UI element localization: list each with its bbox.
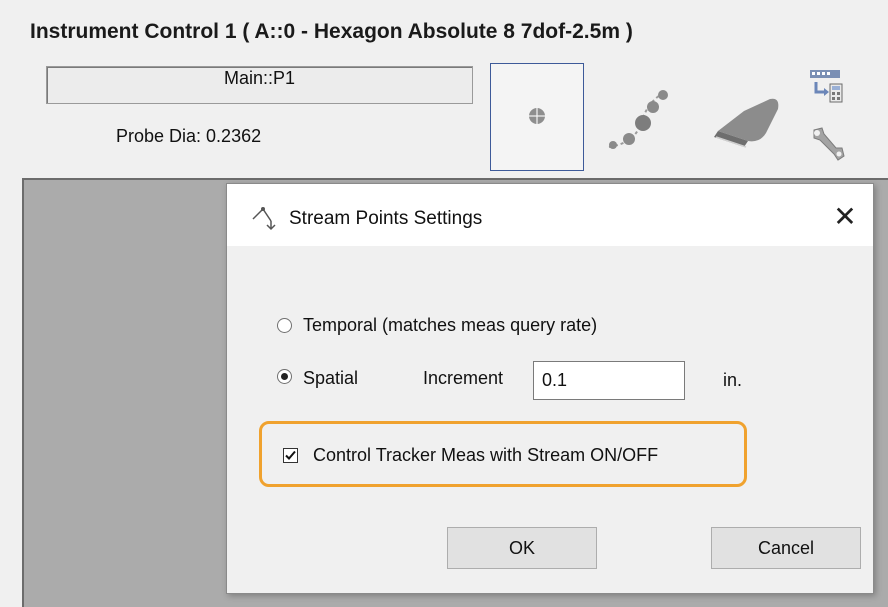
stream-points-dialog-icon <box>252 207 276 231</box>
increment-input[interactable] <box>533 361 685 400</box>
cancel-button[interactable]: Cancel <box>711 527 861 569</box>
increment-unit: in. <box>723 370 743 390</box>
window-title: Instrument Control 1 ( A::0 - Hexagon Ab… <box>30 20 633 43</box>
calculator-transfer-button[interactable] <box>808 68 844 117</box>
close-button[interactable]: ✕ <box>823 198 867 234</box>
stream-points-icon <box>608 90 668 149</box>
spatial-label: Spatial <box>303 368 359 388</box>
settings-button[interactable] <box>808 122 846 171</box>
control-tracker-label: Control Tracker Meas with Stream ON/OFF <box>313 445 659 465</box>
temporal-radio[interactable] <box>277 318 292 333</box>
ok-button[interactable]: OK <box>447 527 597 569</box>
close-icon: ✕ <box>833 200 857 232</box>
single-point-icon <box>529 108 545 124</box>
scanner-button[interactable] <box>700 63 794 171</box>
wrench-icon <box>813 127 845 161</box>
dialog-title: Stream Points Settings <box>289 208 483 229</box>
spatial-radio[interactable] <box>277 369 292 384</box>
stream-points-button[interactable] <box>595 63 689 171</box>
single-point-button[interactable] <box>490 63 584 171</box>
ok-button-label: OK <box>508 537 535 558</box>
scanner-icon <box>714 98 779 148</box>
stream-points-settings-dialog: Stream Points Settings ✕ Temporal (match… <box>226 183 874 594</box>
checkmark-icon <box>285 450 296 460</box>
temporal-label: Temporal (matches meas query rate) <box>303 315 598 335</box>
increment-label: Increment <box>423 368 504 388</box>
cancel-button-label: Cancel <box>757 537 815 558</box>
control-tracker-checkbox[interactable] <box>283 448 298 463</box>
probe-name-text: Main::P1 <box>223 68 296 88</box>
calculator-transfer-icon <box>810 70 843 103</box>
probe-diameter-label: Probe Dia: 0.2362 <box>116 126 262 146</box>
